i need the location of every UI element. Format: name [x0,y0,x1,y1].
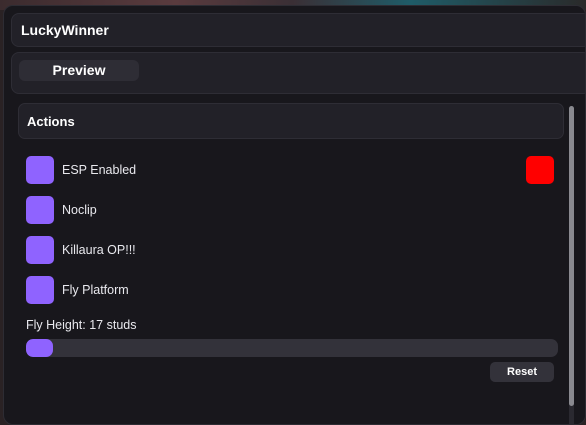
section-header: Actions [18,103,564,139]
fly-height-slider-fill[interactable] [26,339,53,357]
esp-label: ESP Enabled [62,163,137,177]
tab-preview[interactable]: Preview [19,60,139,81]
toggle-row-fly-platform[interactable]: Fly Platform [26,276,556,304]
reset-button[interactable]: Reset [490,362,554,382]
noclip-label: Noclip [62,203,97,217]
toggle-row-killaura[interactable]: Killaura OP!!! [26,236,556,264]
killaura-checkbox[interactable] [26,236,54,264]
fly-platform-checkbox[interactable] [26,276,54,304]
cheat-window: LuckyWinner Preview Actions ESP Enabled … [3,5,586,425]
killaura-label: Killaura OP!!! [62,243,136,257]
scrollbar-thumb[interactable] [569,106,574,406]
esp-color-swatch[interactable] [526,156,554,184]
fly-platform-label: Fly Platform [62,283,129,297]
noclip-checkbox[interactable] [26,196,54,224]
scrollbar[interactable] [569,106,574,424]
tab-bar: Preview [11,52,585,94]
toggle-row-noclip[interactable]: Noclip [26,196,556,224]
titlebar[interactable]: LuckyWinner [11,13,585,47]
window-title: LuckyWinner [21,22,109,38]
fly-height-label: Fly Height: 17 studs [26,318,137,332]
fly-height-slider[interactable] [26,339,558,357]
esp-checkbox[interactable] [26,156,54,184]
content-area: Actions ESP Enabled Noclip Killaura OP!!… [13,98,585,424]
toggle-row-esp[interactable]: ESP Enabled [26,156,556,184]
section-title: Actions [27,114,75,129]
